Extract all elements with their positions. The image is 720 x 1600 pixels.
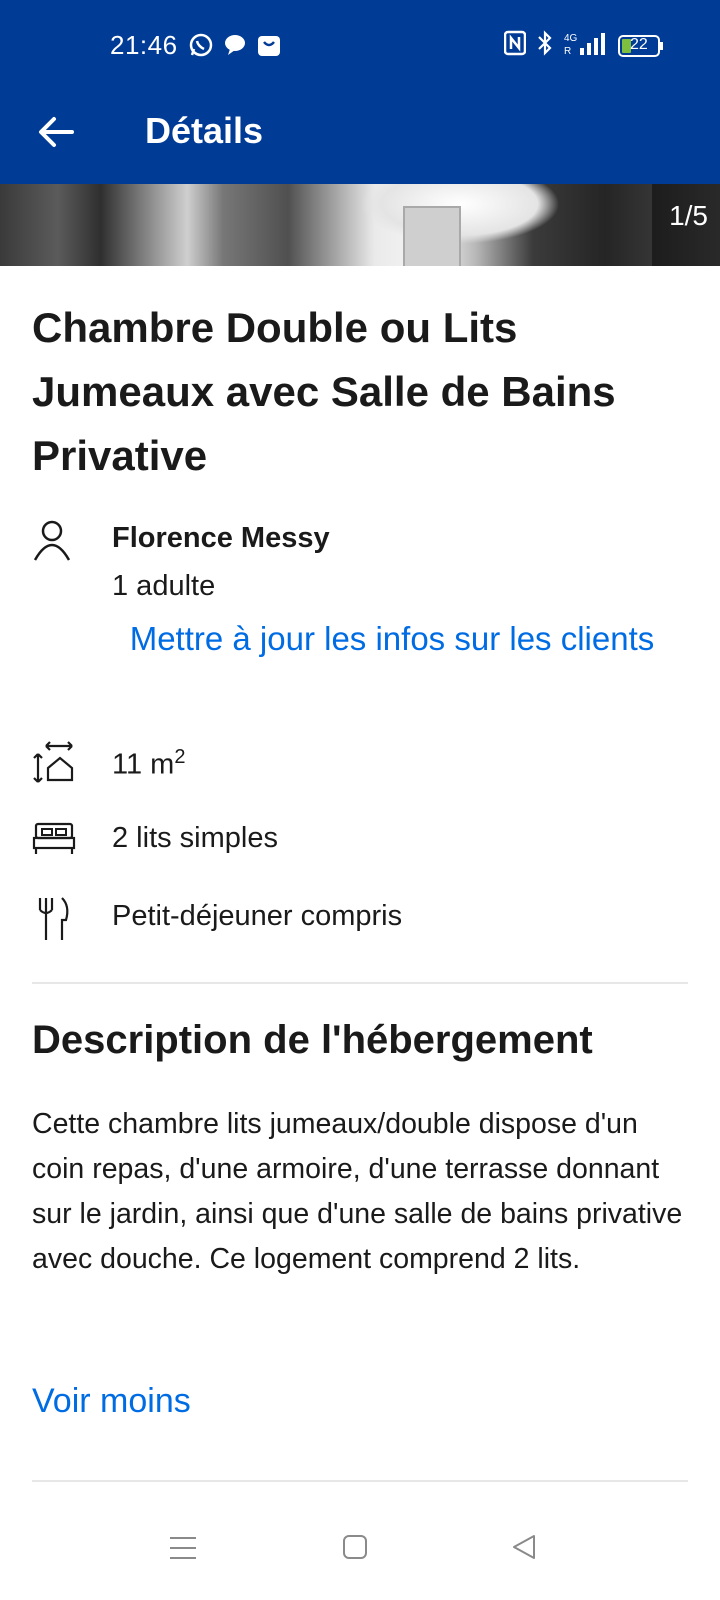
shopping-bag-icon [256, 32, 282, 63]
beds-row: 2 lits simples [32, 818, 278, 866]
fork-knife-icon [32, 896, 80, 944]
home-button[interactable] [336, 1528, 376, 1568]
recent-apps-button[interactable] [164, 1528, 204, 1568]
battery-icon: 22 [618, 34, 664, 57]
room-size-icon [32, 740, 80, 788]
chat-bubble-icon [222, 32, 248, 63]
guest-occupancy: 1 adulte [112, 570, 216, 602]
whatsapp-icon [188, 32, 214, 63]
divider [32, 982, 688, 984]
meal-text: Petit-déjeuner compris [112, 900, 403, 932]
photo-counter: 1/5 [669, 200, 708, 231]
arrow-left-icon [34, 117, 78, 158]
update-guest-info-link[interactable]: Mettre à jour les infos sur les clients [112, 612, 672, 666]
description-text: Cette chambre lits jumeaux/double dispos… [32, 1108, 683, 1275]
bluetooth-icon [536, 30, 554, 61]
room-size-exponent: 2 [174, 746, 186, 768]
meal-row: Petit-déjeuner compris [32, 896, 402, 944]
status-right-icons: 4G R 22 [503, 30, 664, 61]
back-triangle-icon [506, 1535, 546, 1572]
room-size: 11 m2 [112, 746, 185, 782]
app-bar: Détails [0, 88, 720, 184]
room-title: Chambre Double ou Lits Jumeaux avec Sall… [32, 304, 616, 479]
home-square-icon [336, 1535, 376, 1572]
battery-level: 22 [630, 35, 648, 53]
guest-row: Florence Messy 1 adulte [32, 518, 330, 602]
room-photo-gallery[interactable]: 1/5 [0, 184, 720, 266]
guest-name: Florence Messy [112, 522, 330, 554]
system-nav-bar [0, 1500, 720, 1600]
see-less-link[interactable]: Voir moins [32, 1382, 191, 1421]
description-heading: Description de l'hébergement [32, 1018, 593, 1062]
person-icon [32, 518, 80, 566]
signal-4g-icon: 4G R [564, 30, 608, 61]
divider [32, 1480, 688, 1482]
menu-icon [164, 1537, 204, 1572]
bed-icon [32, 818, 80, 866]
back-button[interactable] [34, 110, 82, 158]
photo-towel-shape [403, 206, 461, 266]
system-back-button[interactable] [506, 1528, 546, 1568]
beds-text: 2 lits simples [112, 822, 278, 854]
nfc-icon [503, 30, 527, 61]
status-time: 21:46 [110, 30, 178, 60]
status-bar: 21:46 4G R 22 [0, 0, 720, 88]
room-size-row: 11 m2 [32, 740, 185, 788]
page-title: Détails [145, 110, 264, 151]
room-size-value: 11 m [112, 748, 175, 781]
svg-text:R: R [564, 46, 571, 56]
svg-text:4G: 4G [564, 33, 578, 44]
